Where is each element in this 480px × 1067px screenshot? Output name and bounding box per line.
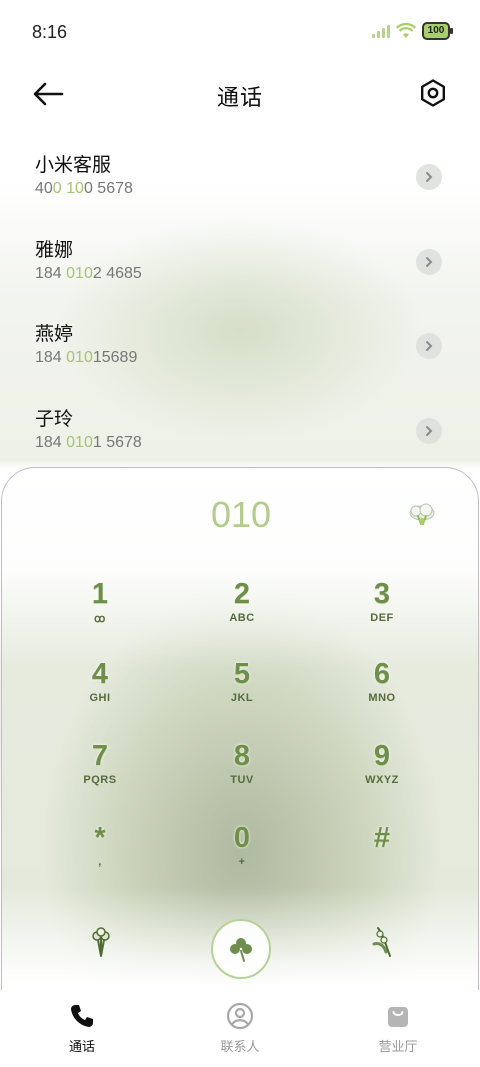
contact-number: 184 01015689 — [35, 349, 138, 366]
contact-name: 雅娜 — [35, 238, 74, 261]
key-9[interactable]: 9 WXYZ — [322, 740, 442, 810]
key-8[interactable]: 8 TUV — [182, 740, 302, 810]
tab-service-hall[interactable]: 营业厅 — [348, 1002, 448, 1055]
key-hash[interactable]: # — [322, 822, 442, 892]
phone-icon — [71, 1005, 93, 1027]
contact-item[interactable]: 子玲 184 0101 5678 — [0, 394, 480, 479]
signal-icon — [372, 24, 390, 38]
contact-item[interactable]: 燕婷 184 01015689 — [0, 309, 480, 394]
key-star[interactable]: *, — [40, 822, 160, 892]
dialpad-panel: 010 1ꝏ 2 ABC 3 DEF 4 GHI 5 JKL 6 MNO 7 PQRS 8T… — [1, 467, 479, 1067]
clover-icon — [230, 938, 252, 962]
bag-icon — [388, 1007, 408, 1027]
chevron-right-icon — [426, 341, 433, 351]
chevron-right-icon — [426, 425, 433, 436]
cloud-icon[interactable] — [406, 502, 438, 528]
contact-name: 燕婷 — [35, 323, 74, 345]
voicemail-icon: ꝏ — [94, 613, 106, 625]
header: 通话 — [0, 70, 480, 118]
call-button[interactable] — [211, 919, 271, 979]
contact-detail-button[interactable] — [416, 333, 442, 359]
page-title: 通话 — [216, 86, 263, 111]
contact-list: 小米客服 400 100 5678 雅娜 184 0102 4685 燕婷 18… — [0, 140, 480, 478]
flower-bouquet-icon[interactable] — [81, 922, 121, 962]
key-4[interactable]: 4 GHI — [40, 658, 160, 728]
contact-item[interactable]: 小米客服 400 100 5678 — [0, 140, 480, 225]
key-3[interactable]: 3 DEF — [322, 578, 442, 648]
tab-label: 通话 — [68, 1040, 95, 1055]
tab-contacts[interactable]: 联系人 — [190, 1002, 290, 1055]
contact-detail-button[interactable] — [416, 164, 442, 190]
key-5[interactable]: 5 JKL — [182, 658, 302, 728]
contact-name: 子玲 — [35, 407, 74, 430]
person-icon — [226, 1002, 254, 1030]
bottom-tab-bar: 通话 联系人 营业厅 — [0, 990, 480, 1067]
contact-number: 184 0101 5678 — [35, 433, 142, 451]
tab-label: 联系人 — [220, 1040, 260, 1055]
contact-number: 184 0102 4685 — [35, 264, 142, 282]
tab-calls[interactable]: 通话 — [32, 1002, 132, 1055]
contact-detail-button[interactable] — [416, 417, 442, 444]
status-time: 8:16 — [32, 22, 68, 42]
tab-label: 营业厅 — [378, 1040, 418, 1055]
battery-icon: 100 — [422, 22, 453, 40]
wifi-icon — [396, 23, 416, 38]
chevron-right-icon — [426, 256, 433, 267]
contact-number: 400 100 5678 — [35, 180, 133, 197]
status-bar: 8:16 100 — [0, 0, 480, 66]
key-0[interactable]: 0 + — [182, 822, 302, 892]
contact-name: 小米客服 — [35, 154, 112, 176]
contact-item[interactable]: 雅娜 184 0102 4685 — [0, 225, 480, 310]
chevron-right-icon — [426, 172, 433, 182]
key-7[interactable]: 7 PQRS — [40, 740, 160, 810]
key-2[interactable]: 2 ABC — [182, 578, 302, 648]
status-icons: 100 — [372, 22, 453, 40]
key-6[interactable]: 6 MNO — [322, 658, 442, 728]
contact-detail-button[interactable] — [416, 248, 442, 275]
settings-icon[interactable] — [418, 78, 448, 108]
key-1[interactable]: 1ꝏ — [40, 578, 160, 648]
lily-icon[interactable] — [364, 922, 404, 962]
